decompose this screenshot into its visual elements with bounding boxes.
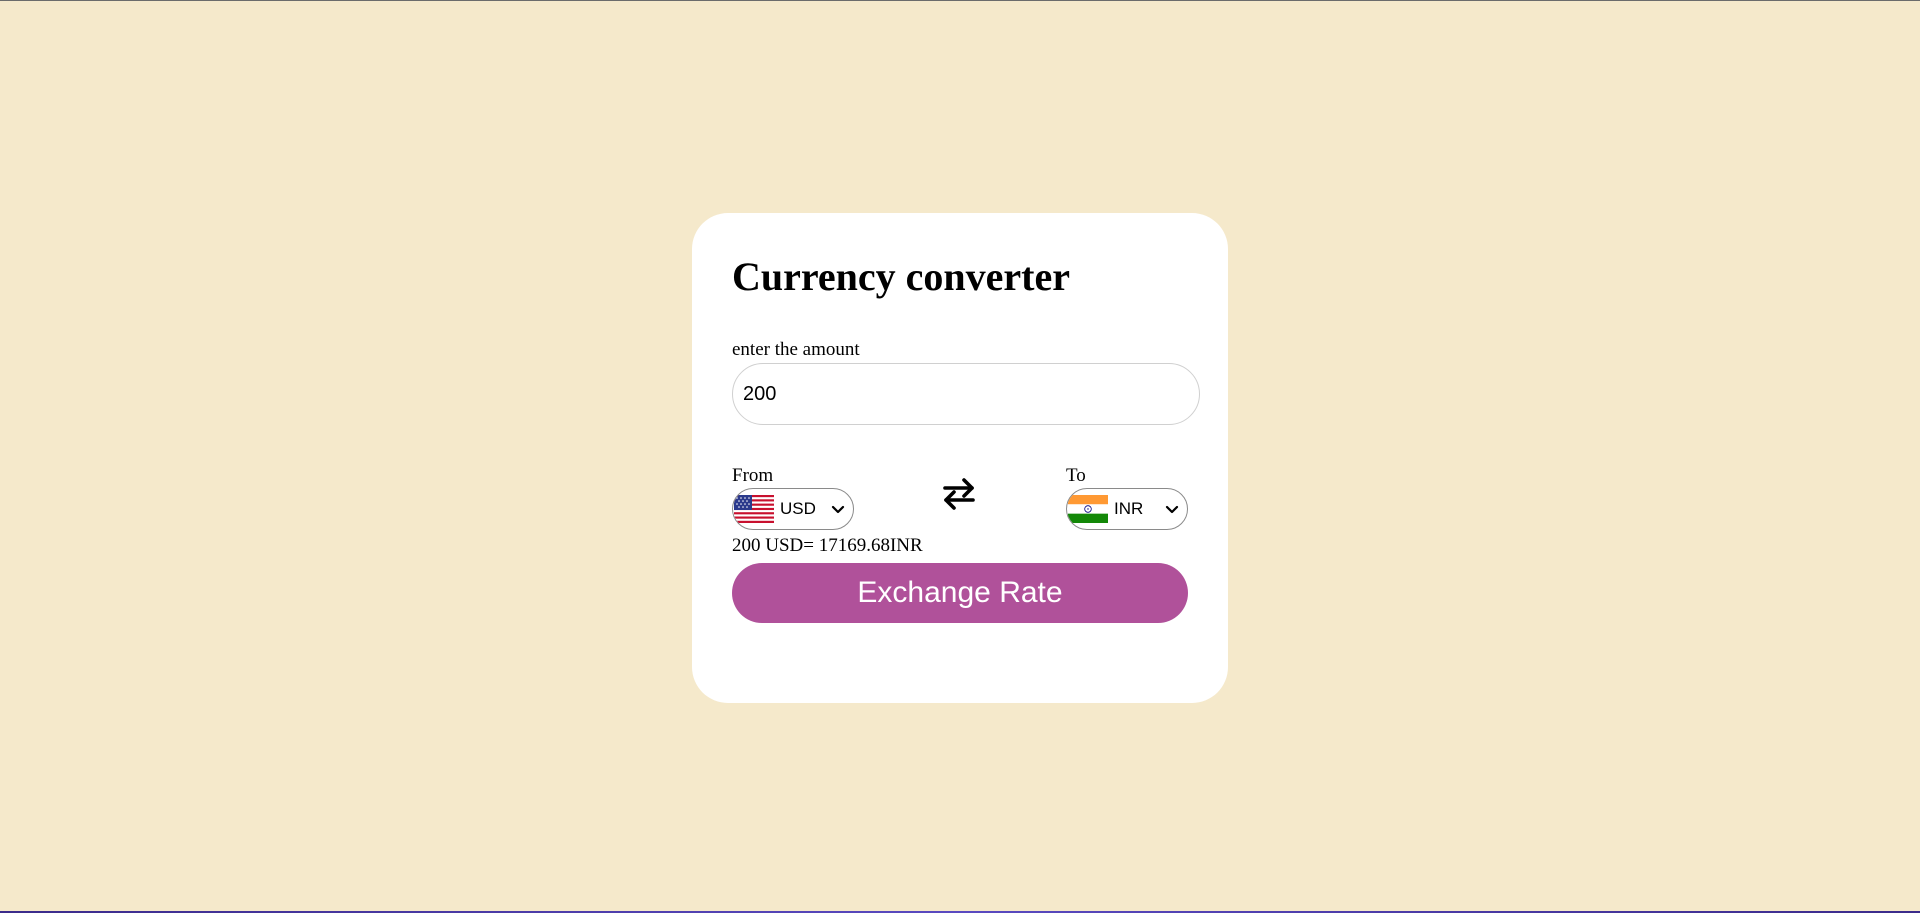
conversion-result: 200 USD= 17169.68INR bbox=[732, 535, 923, 556]
india-flag-icon bbox=[1068, 495, 1108, 523]
to-currency-value: INR bbox=[1114, 499, 1144, 518]
converter-card: Currency converter enter the amount From… bbox=[692, 213, 1228, 703]
from-label: From bbox=[732, 465, 774, 486]
chevron-down-icon bbox=[831, 505, 845, 514]
exchange-rate-button[interactable]: Exchange Rate bbox=[732, 563, 1188, 623]
amount-label: enter the amount bbox=[732, 339, 860, 360]
to-currency-select[interactable]: INR bbox=[1066, 488, 1188, 530]
swap-arrows-icon[interactable] bbox=[942, 475, 976, 513]
amount-input[interactable] bbox=[732, 363, 1200, 425]
to-label: To bbox=[1066, 465, 1086, 486]
from-currency-select[interactable]: USD bbox=[732, 488, 854, 530]
us-flag-icon bbox=[734, 495, 774, 523]
page-title: Currency converter bbox=[732, 254, 1071, 299]
from-currency-value: USD bbox=[780, 499, 816, 518]
chevron-down-icon bbox=[1165, 505, 1179, 514]
